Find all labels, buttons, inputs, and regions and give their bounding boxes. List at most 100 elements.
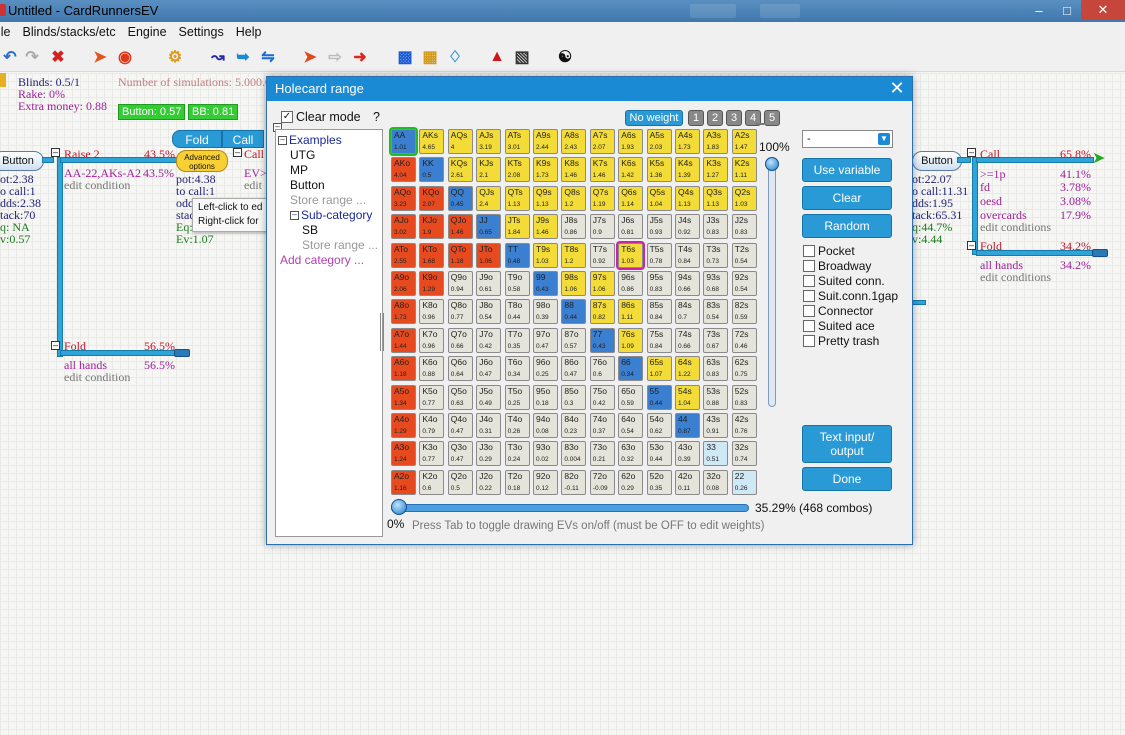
hand-cell-k9s[interactable]: K9s 1.73: [533, 157, 558, 183]
hand-cell-k6o[interactable]: K6o 0.88: [419, 356, 445, 382]
hand-cell-t4o[interactable]: T4o 0.26: [504, 413, 530, 438]
hand-cell-jto[interactable]: JTo 1.06: [476, 242, 502, 268]
hand-cell-a9s[interactable]: A9s 2.44: [533, 129, 558, 154]
target-icon[interactable]: ◉: [115, 47, 135, 67]
button-node-right[interactable]: Button: [912, 151, 962, 171]
checkbox-icon[interactable]: [803, 290, 815, 302]
hand-cell-j9o[interactable]: J9o 0.61: [476, 271, 502, 296]
edit-condition[interactable]: edit condition: [64, 178, 130, 193]
hand-cell-kk[interactable]: KK 0.5: [419, 157, 445, 183]
hand-cell-t8s[interactable]: T8s 1.2: [561, 242, 587, 268]
hand-cell-33[interactable]: 33 0.51: [703, 441, 729, 467]
hand-cell-k7s[interactable]: K7s 1.46: [589, 157, 615, 183]
hand-cell-q7o[interactable]: Q7o 0.66: [447, 327, 473, 353]
hand-cell-ats[interactable]: ATs 3.01: [504, 129, 530, 154]
hand-cell-65o[interactable]: 65o 0.59: [618, 384, 644, 410]
hand-cell-qq[interactable]: QQ 0.45: [447, 185, 473, 211]
hand-cell-a2s[interactable]: A2s 1.47: [731, 129, 757, 154]
hand-cell-a3s[interactable]: A3s 1.83: [703, 129, 729, 154]
hand-cell-k9o[interactable]: K9o 1.29: [419, 271, 445, 296]
hand-cell-42o[interactable]: 42o 0.11: [675, 469, 700, 495]
edit-conditions[interactable]: edit conditions: [980, 270, 1051, 285]
cards-icon[interactable]: ♢: [445, 47, 465, 67]
weight-1-button[interactable]: 1: [688, 110, 704, 126]
hand-cell-44[interactable]: 44 0.87: [675, 413, 700, 438]
tree-button[interactable]: Button: [290, 178, 325, 192]
hand-cell-k3s[interactable]: K3s 1.27: [703, 157, 729, 183]
hand-cell-aa[interactable]: AA 1.01: [391, 129, 416, 154]
hand-cell-ako[interactable]: AKo 4.04: [391, 157, 416, 183]
hand-cell-k8s[interactable]: K8s 1.46: [561, 157, 587, 183]
hand-cell-t2o[interactable]: T2o 0.18: [504, 469, 530, 495]
hand-cell-qjs[interactable]: QJs 2.4: [476, 185, 502, 211]
use-variable-button[interactable]: Use variable: [802, 158, 892, 182]
export-icon[interactable]: ▧: [512, 47, 532, 67]
checkbox-icon[interactable]: [803, 305, 815, 317]
hand-cell-t6o[interactable]: T6o 0.34: [504, 356, 530, 382]
hand-cell-74o[interactable]: 74o 0.37: [589, 413, 615, 438]
hand-cell-qto[interactable]: QTo 1.18: [447, 242, 473, 268]
hand-cell-qts[interactable]: QTs 1.13: [504, 185, 530, 211]
hand-cell-k5o[interactable]: K5o 0.77: [419, 384, 445, 410]
collapse-icon[interactable]: –: [967, 241, 976, 250]
hand-cell-94o[interactable]: 94o 0.08: [533, 413, 558, 438]
hand-cell-kts[interactable]: KTs 2.08: [504, 157, 530, 183]
hand-cell-a7s[interactable]: A7s 2.07: [589, 129, 615, 154]
hand-cell-82s[interactable]: 82s 0.59: [731, 299, 757, 325]
hand-cell-k4s[interactable]: K4s 1.39: [675, 157, 700, 183]
hand-cell-74s[interactable]: 74s 0.66: [675, 327, 700, 353]
clear-mode-toggle[interactable]: ✓ Clear mode: [281, 110, 361, 124]
hand-cell-86o[interactable]: 86o 0.47: [561, 356, 587, 382]
redo-icon[interactable]: ↷: [22, 47, 42, 67]
arrow-gray-icon[interactable]: ⇨: [325, 47, 345, 67]
hand-cell-k2o[interactable]: K2o 0.6: [419, 469, 445, 495]
tree-store-range-2[interactable]: Store range ...: [302, 238, 378, 252]
call-action-button[interactable]: Call: [222, 130, 264, 148]
hand-cell-k7o[interactable]: K7o 0.96: [419, 327, 445, 353]
hand-cell-73s[interactable]: 73s 0.67: [703, 327, 729, 353]
hand-cell-j8o[interactable]: J8o 0.54: [476, 299, 502, 325]
category-pretty-trash[interactable]: Pretty trash: [803, 334, 879, 348]
hand-cell-75o[interactable]: 75o 0.42: [589, 384, 615, 410]
hand-cell-a8o[interactable]: A8o 1.73: [391, 299, 416, 325]
hand-cell-92s[interactable]: 92s 0.54: [731, 271, 757, 296]
hand-cell-96o[interactable]: 96o 0.25: [533, 356, 558, 382]
hand-cell-aqs[interactable]: AQs 4: [447, 129, 473, 154]
range-percent-slider-track[interactable]: [391, 504, 749, 512]
hand-cell-54o[interactable]: 54o 0.62: [646, 413, 672, 438]
variable-select[interactable]: - ▼: [802, 130, 893, 148]
hand-cell-64o[interactable]: 64o 0.54: [618, 413, 644, 438]
tools-icon[interactable]: ⚙: [165, 47, 185, 67]
hand-cell-a6s[interactable]: A6s 1.93: [618, 129, 644, 154]
hand-cell-j3s[interactable]: J3s 0.83: [703, 214, 729, 240]
hand-cell-a4s[interactable]: A4s 1.73: [675, 129, 700, 154]
hand-cell-jj[interactable]: JJ 0.65: [476, 214, 502, 240]
play-icon[interactable]: ➥: [233, 47, 253, 67]
hand-cell-k4o[interactable]: K4o 0.79: [419, 413, 445, 438]
hand-cell-66[interactable]: 66 0.34: [618, 356, 644, 382]
hand-cell-t5s[interactable]: T5s 0.78: [646, 242, 672, 268]
ev-icon[interactable]: ➤: [90, 47, 110, 67]
hand-cell-aks[interactable]: AKs 4.65: [419, 129, 445, 154]
hand-cell-72o[interactable]: 72o -0.09: [589, 469, 615, 495]
advanced-options-button[interactable]: Advanced options: [176, 150, 228, 172]
collapse-icon[interactable]: –: [967, 148, 976, 157]
chevron-down-icon[interactable]: ▼: [878, 133, 890, 145]
hand-cell-73o[interactable]: 73o 0.21: [589, 441, 615, 467]
hand-cell-32s[interactable]: 32s 0.74: [731, 441, 757, 467]
hand-cell-a8s[interactable]: A8s 2.43: [561, 129, 587, 154]
hand-cell-97s[interactable]: 97s 1.06: [589, 271, 615, 296]
hand-cell-tt[interactable]: TT 0.48: [504, 242, 530, 268]
fold-label[interactable]: Fold: [64, 339, 86, 354]
tree-sub-category[interactable]: – Sub-category: [290, 208, 372, 222]
hand-cell-t9o[interactable]: T9o 0.58: [504, 271, 530, 296]
hand-cell-a3o[interactable]: A3o 1.24: [391, 441, 416, 467]
collapse-icon[interactable]: –: [51, 341, 60, 350]
checkbox-icon[interactable]: [803, 275, 815, 287]
hand-cell-72s[interactable]: 72s 0.46: [731, 327, 757, 353]
hand-cell-j7s[interactable]: J7s 0.9: [589, 214, 615, 240]
hand-cell-q6o[interactable]: Q6o 0.64: [447, 356, 473, 382]
hand-cell-92o[interactable]: 92o 0.12: [533, 469, 558, 495]
hand-cell-q9s[interactable]: Q9s 1.13: [533, 185, 558, 211]
weight-slider-track[interactable]: [768, 163, 776, 407]
